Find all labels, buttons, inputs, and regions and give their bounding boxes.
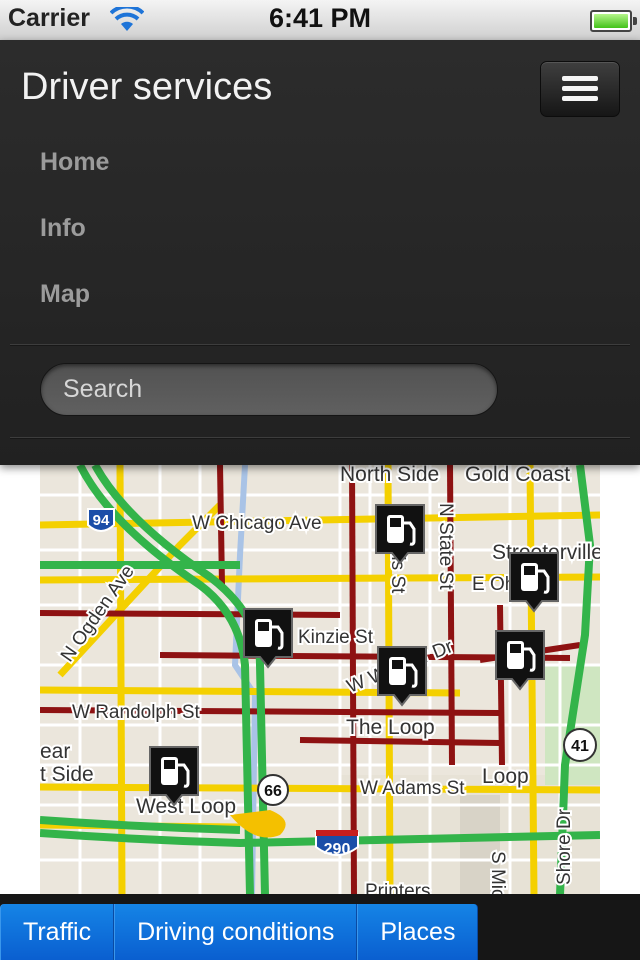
brand-title[interactable]: Driver services <box>21 66 272 109</box>
map-label: Printers <box>365 881 430 895</box>
bottom-tab-bar: Traffic Driving conditions Places <box>0 894 640 960</box>
svg-text:94: 94 <box>93 512 110 529</box>
divider <box>10 344 630 346</box>
fuel-station-icon[interactable] <box>376 645 428 707</box>
map-label: N State St <box>435 503 456 590</box>
battery-icon <box>590 10 637 32</box>
fuel-station-icon[interactable] <box>494 629 546 691</box>
nav-item-map[interactable]: Map <box>40 280 90 309</box>
traffic-map[interactable]: 94 66 290 41 North Side Gold Coast W Chi… <box>40 465 600 895</box>
nav-item-info[interactable]: Info <box>40 214 86 243</box>
map-label: The Loop <box>346 716 435 739</box>
fuel-station-icon[interactable] <box>148 745 200 807</box>
search-input[interactable] <box>40 363 498 416</box>
status-bar: Carrier 6:41 PM <box>0 0 640 41</box>
map-label: W Chicago Ave <box>192 513 322 534</box>
fuel-station-icon[interactable] <box>508 551 560 613</box>
svg-text:66: 66 <box>264 783 282 800</box>
map-label: Shore Dr <box>554 808 575 885</box>
fuel-station-icon[interactable] <box>242 607 294 669</box>
divider <box>10 437 630 439</box>
map-label: Loop <box>482 765 529 788</box>
map-label: ear <box>40 740 70 763</box>
map-label: W Randolph St <box>72 702 201 723</box>
map-label: Kinzie St <box>298 627 374 648</box>
map-label: Gold Coast <box>465 465 570 486</box>
tab-places[interactable]: Places <box>357 904 479 960</box>
navbar: Driver services Home Info Map <box>0 40 640 465</box>
tab-driving-conditions[interactable]: Driving conditions <box>114 904 358 960</box>
tab-traffic[interactable]: Traffic <box>0 904 115 960</box>
map-label: W Adams St <box>360 778 465 799</box>
map-label: t Side <box>40 763 94 786</box>
tab-group: Traffic Driving conditions Places <box>0 904 479 960</box>
menu-toggle-button[interactable] <box>540 61 620 117</box>
map-label: North Side <box>340 465 439 486</box>
nav-item-home[interactable]: Home <box>40 148 109 177</box>
fuel-station-icon[interactable] <box>374 503 426 565</box>
svg-text:290: 290 <box>324 841 351 858</box>
svg-text:41: 41 <box>571 738 589 755</box>
map-label: S Mic <box>487 851 508 895</box>
clock: 6:41 PM <box>268 3 372 33</box>
